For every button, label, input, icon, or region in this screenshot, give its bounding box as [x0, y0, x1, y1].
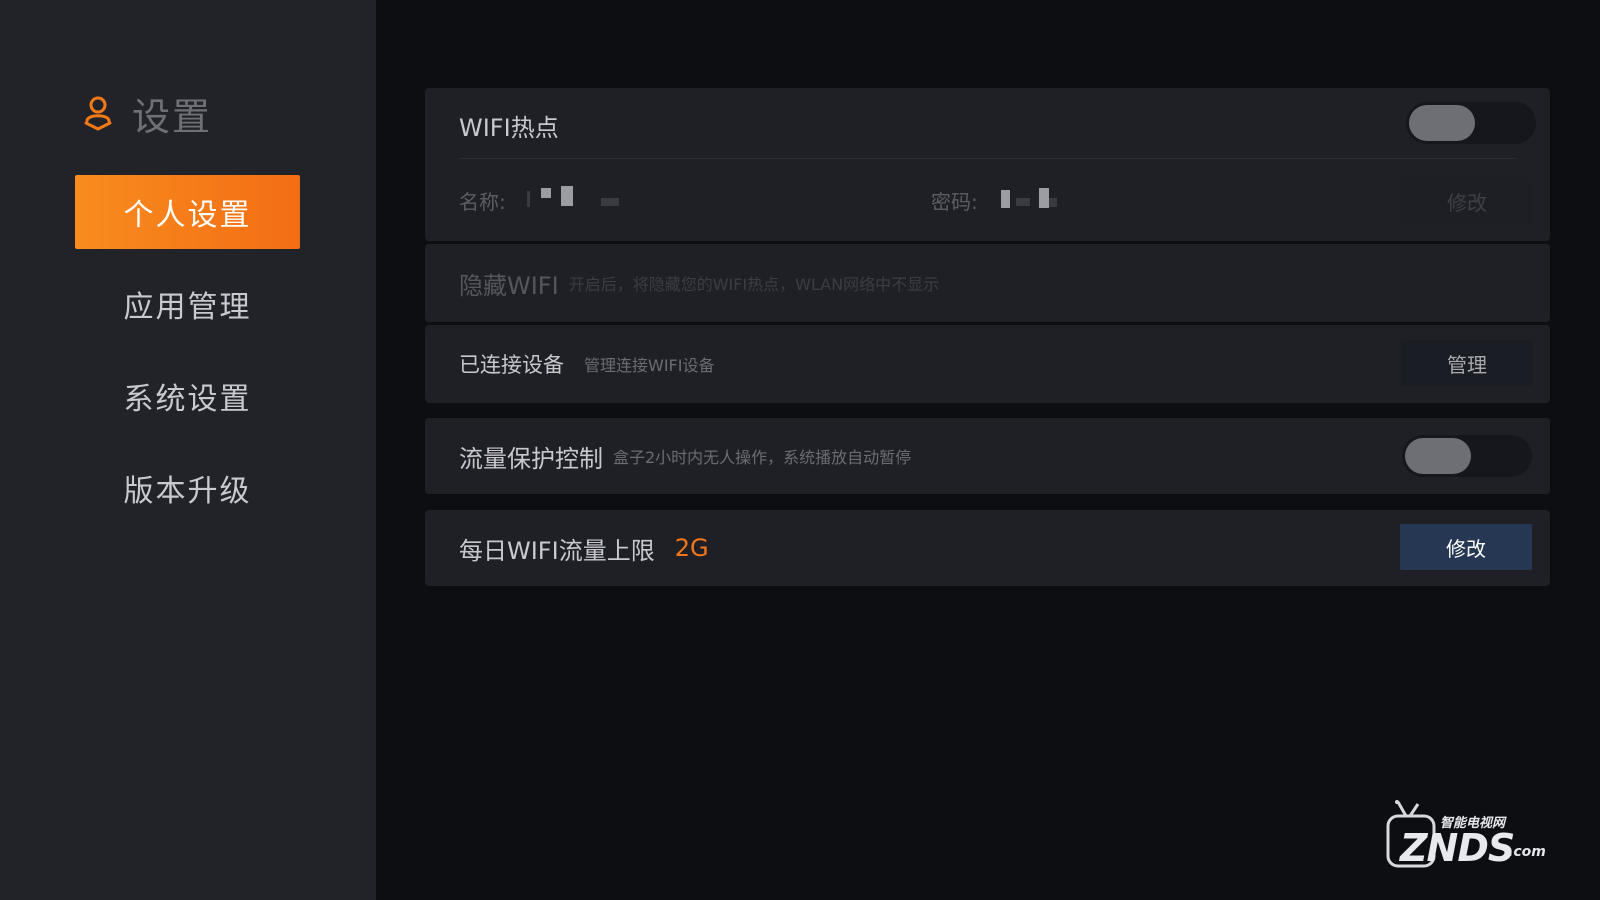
- daily-wifi-limit-value: 2G: [674, 534, 709, 562]
- connected-devices-row: 已连接设备 管理连接WIFI设备: [459, 325, 714, 403]
- toggle-knob: [1405, 438, 1471, 474]
- connected-devices-panel: 已连接设备 管理连接WIFI设备 管理: [425, 325, 1550, 403]
- sidebar-item-system-settings[interactable]: 系统设置: [75, 359, 300, 433]
- divider: [459, 158, 1516, 159]
- connected-devices-title: 已连接设备: [459, 353, 564, 377]
- sidebar-header: 设置: [82, 88, 213, 139]
- traffic-protection-toggle[interactable]: [1402, 435, 1532, 477]
- sidebar: 设置 个人设置 应用管理 系统设置 版本升级: [0, 0, 376, 900]
- wifi-hotspot-panel: WIFI热点 名称: 密码: 修改: [425, 88, 1550, 241]
- wifi-hotspot-title: WIFI热点: [459, 114, 559, 142]
- watermark-brand: ZNDS: [1400, 826, 1515, 870]
- hide-wifi-title: 隐藏WIFI: [459, 271, 559, 300]
- hotspot-name-label: 名称:: [459, 190, 506, 214]
- znds-watermark-logo: 智能电视网 ZNDS .com: [1384, 800, 1554, 872]
- daily-wifi-limit-title: 每日WIFI流量上限: [459, 536, 655, 565]
- user-settings-icon: [84, 96, 112, 131]
- sidebar-item-app-management[interactable]: 应用管理: [75, 267, 300, 341]
- hotspot-password-label: 密码:: [931, 190, 978, 214]
- connected-devices-description: 管理连接WIFI设备: [584, 356, 715, 375]
- settings-screen: 设置 个人设置 应用管理 系统设置 版本升级 WIFI热点 名称: 密码: 修改: [0, 0, 1600, 900]
- traffic-protection-title: 流量保护控制: [459, 444, 603, 473]
- daily-wifi-limit-panel: 每日WIFI流量上限 2G 修改: [425, 510, 1550, 586]
- sidebar-title: 设置: [132, 94, 213, 139]
- hotspot-edit-button[interactable]: 修改: [1401, 178, 1533, 224]
- wifi-hotspot-toggle[interactable]: [1406, 102, 1536, 144]
- hide-wifi-description: 开启后，将隐藏您的WIFI热点，WLAN网络中不显示: [568, 275, 940, 294]
- manage-devices-button[interactable]: 管理: [1401, 340, 1533, 386]
- sidebar-item-version-upgrade[interactable]: 版本升级: [75, 451, 300, 525]
- daily-limit-edit-button[interactable]: 修改: [1400, 524, 1532, 570]
- traffic-protection-panel: 流量保护控制 盒子2小时内无人操作，系统播放自动暂停: [425, 418, 1550, 494]
- watermark-domain: .com: [1508, 844, 1546, 860]
- traffic-protection-description: 盒子2小时内无人操作，系统播放自动暂停: [613, 448, 912, 467]
- toggle-knob: [1409, 105, 1475, 141]
- traffic-protection-row: 流量保护控制 盒子2小时内无人操作，系统播放自动暂停: [459, 418, 911, 494]
- hide-wifi-panel[interactable]: 隐藏WIFI 开启后，将隐藏您的WIFI热点，WLAN网络中不显示: [425, 244, 1550, 322]
- daily-wifi-limit-row: 每日WIFI流量上限 2G: [459, 510, 709, 586]
- hide-wifi-row: 隐藏WIFI 开启后，将隐藏您的WIFI热点，WLAN网络中不显示: [459, 244, 939, 322]
- sidebar-item-personal-settings[interactable]: 个人设置: [75, 175, 300, 249]
